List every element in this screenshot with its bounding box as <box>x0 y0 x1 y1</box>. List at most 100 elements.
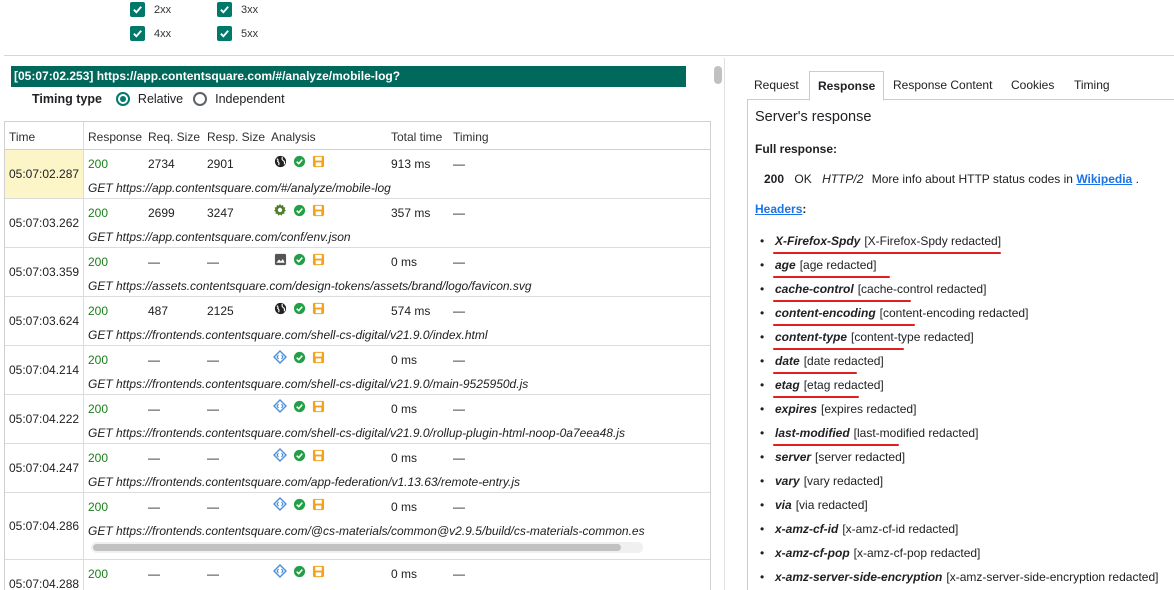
timing-type-label: Timing type <box>32 92 102 106</box>
cell-time: 05:07:04.214 <box>9 363 80 377</box>
column-header-total-time[interactable]: Total time <box>391 130 442 144</box>
bullet: • <box>760 546 765 560</box>
cell-status: 200 <box>88 567 109 581</box>
bullet: • <box>760 450 765 464</box>
header-item: • x-amz-cf-pop [x-amz-cf-pop redacted] <box>760 546 980 560</box>
cell-analysis <box>273 301 325 315</box>
cell-status: 200 <box>88 353 109 367</box>
bullet: • <box>760 474 765 488</box>
annotation-underline <box>773 276 890 278</box>
cell-total-time: 913 ms <box>391 157 431 171</box>
cache-icon <box>311 350 325 364</box>
radio-independent[interactable] <box>193 92 208 106</box>
filter-3xx[interactable]: 3xx <box>217 2 258 17</box>
page-url-bar[interactable]: [05:07:02.253] https://app.contentsquare… <box>11 66 686 87</box>
cell-resp-size: — <box>207 451 219 465</box>
cell-status: 200 <box>88 157 109 171</box>
column-header-time[interactable]: Time <box>9 130 35 144</box>
cell-timing: — <box>453 500 465 514</box>
column-header-analysis[interactable]: Analysis <box>271 130 316 144</box>
radio-independent-label[interactable]: Independent <box>215 92 285 106</box>
filter-2xx[interactable]: 2xx <box>130 2 171 17</box>
cell-status: 200 <box>88 402 109 416</box>
filter-4xx[interactable]: 4xx <box>130 26 171 41</box>
cell-request-url: GET https://assets.contentsquare.com/des… <box>88 279 532 293</box>
cell-time: 05:07:02.287 <box>5 150 83 198</box>
header-name: x-amz-cf-pop <box>775 546 850 560</box>
check-circle-icon <box>292 301 306 315</box>
status-code: 200 <box>764 172 785 186</box>
cell-resp-size: — <box>207 353 219 367</box>
image-icon <box>273 252 287 266</box>
tab-response-content[interactable]: Response Content <box>893 71 992 100</box>
cell-req-size: — <box>148 402 160 416</box>
check-circle-icon <box>292 350 306 364</box>
table-row[interactable]: 05:07:04.247 200 — — 0 ms — GET https://fronte… <box>5 444 710 493</box>
table-row[interactable]: 05:07:04.222 200 — — 0 ms — GET https://fronte… <box>5 395 710 444</box>
header-value: [etag redacted] <box>803 378 884 392</box>
scrollbar-thumb[interactable] <box>714 66 722 84</box>
cell-resp-size: 2125 <box>207 304 234 318</box>
header-item: • via [via redacted] <box>760 498 868 512</box>
column-header-req-size[interactable]: Req. Size <box>148 130 200 144</box>
radio-relative[interactable] <box>115 92 130 106</box>
header-name: via <box>775 498 792 512</box>
filter-5xx[interactable]: 5xx <box>217 26 258 41</box>
table-row[interactable]: 05:07:03.262 200 2699 3247 357 ms — GET https:… <box>5 199 710 248</box>
cell-request-url: GET https://app.contentsquare.com/#/anal… <box>88 181 391 195</box>
cell-total-time: 0 ms <box>391 567 418 581</box>
radio-relative-label[interactable]: Relative <box>138 92 183 106</box>
check-circle-icon <box>292 154 306 168</box>
cell-total-time: 0 ms <box>391 353 418 367</box>
tab-request[interactable]: Request <box>754 71 799 100</box>
wikipedia-link[interactable]: Wikipedia <box>1076 172 1132 186</box>
cell-request-url: GET https://frontends.contentsquare.com/… <box>88 377 529 391</box>
headers-link[interactable]: Headers <box>755 202 802 216</box>
status-text: OK <box>794 172 812 186</box>
headers-colon: : <box>802 202 807 216</box>
header-name: server <box>775 450 812 464</box>
tab-response[interactable]: Response <box>809 71 885 101</box>
checkbox-checked-icon[interactable] <box>217 26 232 41</box>
script-icon <box>273 497 287 511</box>
cell-status: 200 <box>88 206 109 220</box>
cell-timing: — <box>453 567 465 581</box>
header-name: content-type <box>775 330 847 344</box>
header-value: [x-amz-cf-pop redacted] <box>853 546 981 560</box>
tab-cookies[interactable]: Cookies <box>1011 71 1054 100</box>
scrollbar-thumb[interactable] <box>93 544 621 551</box>
bullet: • <box>760 330 765 344</box>
cell-timing: — <box>453 402 465 416</box>
horizontal-scrollbar[interactable] <box>91 542 643 553</box>
cell-req-size: — <box>148 500 160 514</box>
cache-icon <box>311 203 325 217</box>
header-value: [date redacted] <box>803 354 884 368</box>
table-row[interactable]: 05:07:04.214 200 — — 0 ms — GET https://fronte… <box>5 346 710 395</box>
cell-request-url: GET https://frontends.contentsquare.com/… <box>88 475 521 489</box>
bullet: • <box>760 234 765 248</box>
header-item: • expires [expires redacted] <box>760 402 916 416</box>
table-row[interactable]: 05:07:03.359 200 — — 0 ms — GET https://assets… <box>5 248 710 297</box>
bullet: • <box>760 354 765 368</box>
checkbox-checked-icon[interactable] <box>217 2 232 17</box>
table-row[interactable]: 05:07:02.287 200 2734 2901 913 ms — GET https:… <box>5 150 710 199</box>
status-info-suffix: . <box>1135 172 1139 186</box>
column-header-timing[interactable]: Timing <box>453 130 489 144</box>
checkbox-checked-icon[interactable] <box>130 2 145 17</box>
pane-divider[interactable] <box>724 58 725 590</box>
divider <box>4 55 1174 56</box>
checkbox-checked-icon[interactable] <box>130 26 145 41</box>
cell-resp-size: — <box>207 500 219 514</box>
annotation-underline <box>773 300 911 302</box>
column-header-resp-size[interactable]: Resp. Size <box>207 130 265 144</box>
cell-request-url: GET https://app.contentsquare.com/conf/e… <box>88 230 351 244</box>
tab-timing[interactable]: Timing <box>1074 71 1110 100</box>
header-item: • date [date redacted] <box>760 354 884 368</box>
table-row[interactable]: 05:07:04.288 200 — — 0 ms — <box>5 560 710 590</box>
server-response-title: Server's response <box>755 109 872 125</box>
check-circle-icon <box>292 448 306 462</box>
vertical-scrollbar[interactable] <box>713 66 723 590</box>
column-header-response[interactable]: Response <box>88 130 142 144</box>
table-row[interactable]: 05:07:03.624 200 487 2125 574 ms — GET https:/… <box>5 297 710 346</box>
bullet: • <box>760 282 765 296</box>
